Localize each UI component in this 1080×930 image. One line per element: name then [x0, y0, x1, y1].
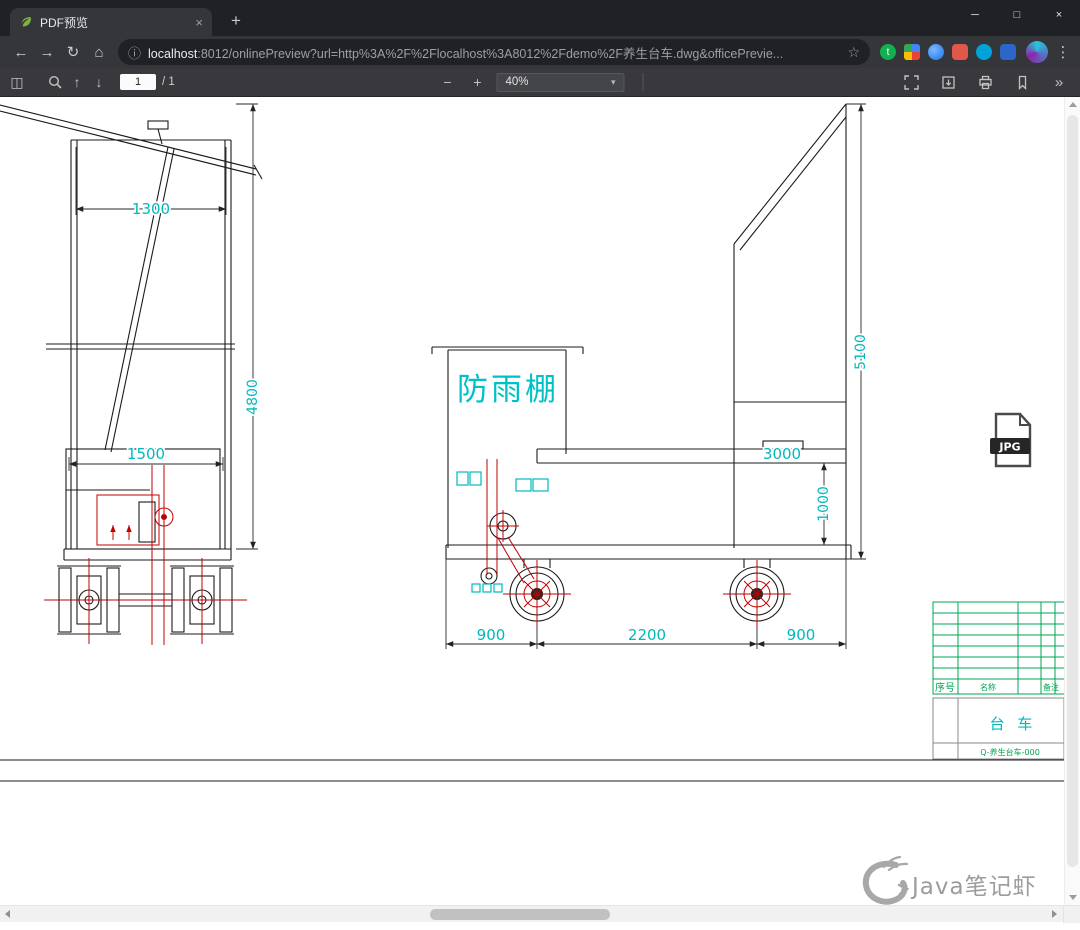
window-controls: ─ □ ×	[954, 0, 1080, 30]
title-block-col-note: 备注	[1043, 682, 1059, 692]
scroll-up-icon[interactable]	[1065, 97, 1080, 113]
blue-square-extension-icon[interactable]	[1000, 44, 1016, 60]
cad-drawing: 1300 1500 4800 防雨棚 3000 5100 1000 900 22…	[0, 103, 1064, 905]
bookmark-icon[interactable]	[1011, 71, 1033, 93]
back-button[interactable]: ←	[8, 39, 34, 65]
minimize-button[interactable]: ─	[954, 0, 996, 30]
toolbar-divider	[642, 73, 644, 91]
tab-title: PDF预览	[40, 15, 89, 30]
shelter-label: 防雨棚	[457, 372, 559, 408]
pdf-viewport: 1300 1500 4800 防雨棚 3000 5100 1000 900 22…	[0, 97, 1080, 905]
scroll-down-icon[interactable]	[1065, 889, 1080, 905]
reload-button[interactable]: ↻	[60, 39, 86, 65]
jpg-file-icon: JPG	[990, 412, 1032, 468]
grid-extension-icon[interactable]	[904, 44, 920, 60]
forward-button[interactable]: →	[34, 39, 60, 65]
page-number-input[interactable]	[120, 74, 156, 90]
jpg-badge-label: JPG	[998, 441, 1020, 454]
pdf-toolbar: ◫ ↑ ↓ / 1 − + 40% ▾	[0, 68, 1080, 97]
browser-titlebar: PDF预览 × + ─ □ ×	[0, 0, 1080, 36]
watermark: Java笔记虾	[862, 855, 1037, 905]
translate-extension-icon[interactable]: t	[880, 44, 896, 60]
dim-2200: 2200	[628, 626, 666, 644]
title-block-col-name: 名称	[980, 682, 996, 692]
url-host: localhost	[148, 46, 198, 61]
zoom-in-button[interactable]: +	[467, 71, 489, 93]
dim-900-right: 900	[787, 626, 816, 644]
home-button[interactable]: ⌂	[86, 39, 112, 65]
page-down-icon[interactable]: ↓	[88, 71, 110, 93]
scroll-left-icon[interactable]	[0, 906, 17, 923]
toolbar-right-buttons: »	[900, 71, 1074, 93]
page-total-label: / 1	[162, 76, 175, 88]
leaf-favicon-icon	[21, 17, 31, 27]
maximize-button[interactable]: □	[996, 0, 1038, 30]
browser-menu-icon[interactable]: ⋮	[1054, 43, 1072, 61]
dim-3000: 3000	[763, 445, 801, 463]
dim-1000: 1000	[816, 486, 832, 522]
page-info-icon[interactable]: ⓘ	[128, 43, 141, 62]
dim-4800: 4800	[245, 379, 261, 415]
dim-5100: 5100	[853, 334, 869, 370]
title-block-part-name: 台 车	[990, 715, 1037, 733]
red-extension-icon[interactable]	[952, 44, 968, 60]
dim-1500: 1500	[127, 445, 165, 463]
zoom-out-button[interactable]: −	[437, 71, 459, 93]
scrollbar-corner	[1063, 906, 1080, 923]
horizontal-scrollbar[interactable]	[0, 905, 1080, 923]
scroll-right-icon[interactable]	[1046, 906, 1063, 923]
bookmark-star-icon[interactable]: ☆	[847, 44, 860, 61]
vertical-scroll-thumb[interactable]	[1067, 115, 1078, 867]
title-block: 序号 名称 备注 台 车 Q-养生台车-000	[932, 601, 1064, 760]
shrimp-logo-icon	[862, 855, 910, 905]
download-icon[interactable]	[937, 71, 959, 93]
zoom-controls: − + 40% ▾	[437, 71, 644, 93]
more-tools-icon[interactable]: »	[1048, 71, 1070, 93]
search-icon[interactable]	[44, 71, 66, 93]
browser-tab[interactable]: PDF预览 ×	[10, 8, 212, 36]
side-view	[431, 103, 852, 622]
address-bar: ← → ↻ ⌂ ⓘ localhost:8012/onlinePreview?u…	[0, 36, 1080, 68]
profile-avatar[interactable]	[1026, 41, 1048, 63]
url-bar[interactable]: ⓘ localhost:8012/onlinePreview?url=http%…	[118, 39, 870, 65]
print-icon[interactable]	[974, 71, 996, 93]
chevron-down-icon: ▾	[610, 76, 616, 87]
left-view	[0, 104, 263, 635]
window-bottom-strip	[0, 922, 1080, 930]
title-block-row-label: 序号	[935, 681, 955, 694]
url-path: :8012/onlinePreview?url=http%3A%2F%2Floc…	[197, 46, 784, 61]
left-view-centerlines	[44, 465, 247, 645]
browser-window: PDF预览 × + ─ □ × ← → ↻ ⌂ ⓘ localhost:8012…	[0, 0, 1080, 930]
zoom-select[interactable]: 40% ▾	[496, 72, 625, 92]
sidebar-toggle-icon[interactable]: ◫	[6, 71, 28, 93]
fullscreen-icon[interactable]	[900, 71, 922, 93]
url-text: localhost:8012/onlinePreview?url=http%3A…	[148, 43, 841, 62]
title-block-doc-code: Q-养生台车-000	[980, 747, 1040, 757]
new-tab-button[interactable]: +	[224, 11, 248, 31]
dim-900-left: 900	[477, 626, 506, 644]
vertical-scrollbar[interactable]	[1064, 97, 1080, 905]
horizontal-scroll-thumb[interactable]	[430, 909, 610, 920]
blue-circle-extension-icon[interactable]	[928, 44, 944, 60]
dim-1300: 1300	[132, 200, 170, 218]
close-button[interactable]: ×	[1038, 0, 1080, 30]
extensions-area: t	[880, 44, 1016, 60]
sheet-border	[0, 759, 1064, 782]
page-up-icon[interactable]: ↑	[66, 71, 88, 93]
tab-close-icon[interactable]: ×	[195, 15, 203, 30]
teal-extension-icon[interactable]	[976, 44, 992, 60]
zoom-value: 40%	[505, 76, 529, 88]
watermark-text: Java笔记虾	[910, 874, 1037, 900]
